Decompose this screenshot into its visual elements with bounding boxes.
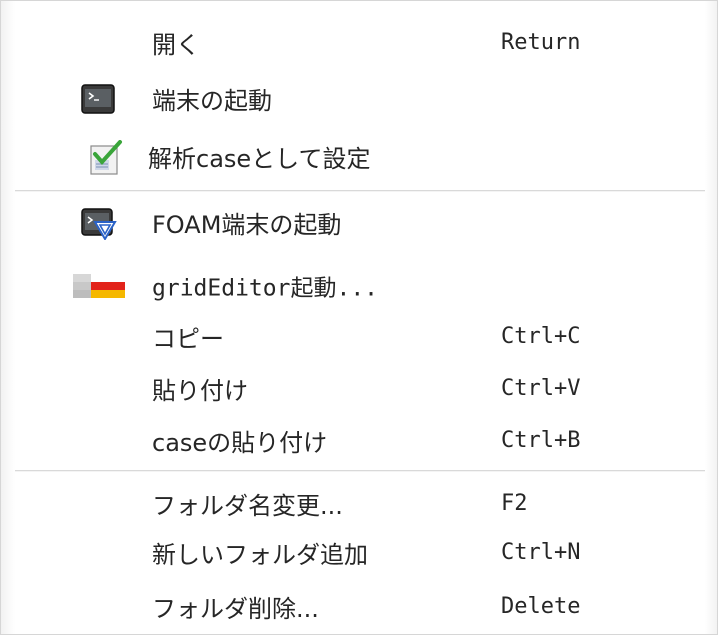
menu-item-label: 開く [152, 30, 200, 59]
menu-left-edge [1, 1, 15, 634]
menu-item-rename-folder[interactable]: フォルダ名変更... F2 [15, 476, 705, 532]
menu-item-shortcut: Ctrl+V [501, 376, 581, 401]
menu-item-launch-foam-terminal[interactable]: FOAM端末の起動 [15, 195, 705, 251]
menu-item-label: フォルダ名変更... [152, 491, 343, 520]
menu-item-label: コピー [152, 324, 224, 353]
menu-item-shortcut: Return [501, 30, 581, 55]
menu-item-label: フォルダ削除... [152, 594, 319, 623]
menu-item-label: 貼り付け [152, 376, 248, 405]
menu-separator-highlight [15, 471, 705, 472]
menu-item-label: 新しいフォルダ追加 [152, 540, 368, 569]
menu-item-copy[interactable]: コピー Ctrl+C [15, 309, 705, 365]
menu-right-edge [705, 1, 717, 634]
grid-editor-icon [73, 274, 125, 298]
foam-terminal-icon [81, 206, 117, 241]
menu-item-label: 端末の起動 [152, 86, 272, 115]
menu-item-delete-folder[interactable]: フォルダ削除... Delete [15, 579, 705, 635]
context-menu: 開く Return 端末の起動 解析caseとして設定 FOAM端末の起動 gr… [0, 0, 718, 635]
menu-item-launch-terminal[interactable]: 端末の起動 [15, 71, 705, 127]
menu-item-launch-grideditor[interactable]: gridEditor起動... [15, 258, 705, 314]
menu-item-label: caseの貼り付け [152, 428, 328, 457]
menu-item-label: gridEditor起動... [152, 275, 379, 302]
menu-item-set-analysis-case[interactable]: 解析caseとして設定 [15, 129, 705, 185]
menu-item-paste-case[interactable]: caseの貼り付け Ctrl+B [15, 413, 705, 469]
menu-item-shortcut: Ctrl+C [501, 324, 581, 349]
menu-item-open[interactable]: 開く Return [15, 15, 705, 71]
menu-separator-highlight [15, 191, 705, 192]
terminal-icon [81, 82, 115, 116]
menu-item-shortcut: Delete [501, 594, 581, 619]
menu-item-paste[interactable]: 貼り付け Ctrl+V [15, 361, 705, 417]
menu-item-shortcut: F2 [501, 491, 528, 516]
menu-item-label: FOAM端末の起動 [152, 210, 342, 239]
menu-item-label: 解析caseとして設定 [148, 144, 371, 173]
checked-clipboard-icon [89, 140, 123, 175]
menu-item-shortcut: Ctrl+N [501, 540, 581, 565]
menu-item-shortcut: Ctrl+B [501, 428, 581, 453]
menu-item-add-new-folder[interactable]: 新しいフォルダ追加 Ctrl+N [15, 525, 705, 581]
